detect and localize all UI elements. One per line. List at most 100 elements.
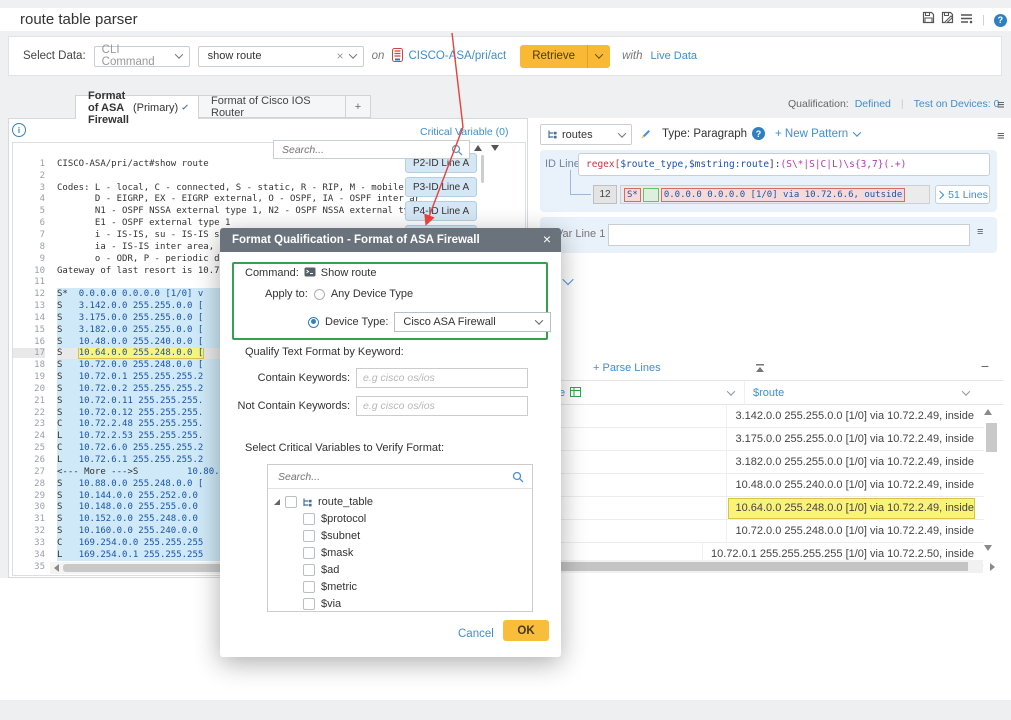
menu-icon[interactable]: ≡ [997, 128, 1005, 143]
matched-line-preview[interactable]: S* 0.0.0.0 0.0.0.0 [1/0] via 10.72.6.6, … [620, 185, 930, 204]
scrollbar-thumb[interactable] [986, 423, 997, 452]
scroll-left-icon[interactable] [54, 564, 59, 572]
tree-variable-item[interactable]: $ad [274, 561, 532, 578]
search-input[interactable] [280, 143, 451, 157]
checkbox[interactable] [303, 513, 315, 525]
new-pattern-button[interactable]: + New Pattern [775, 128, 860, 140]
code-protocol: S [57, 479, 79, 489]
find-previous-button[interactable] [474, 145, 482, 151]
checkbox[interactable] [303, 547, 315, 559]
code-route: 10.72.6.0 255.255.255.2 [79, 443, 204, 453]
plus-icon: + [355, 101, 361, 113]
chevron-down-icon[interactable] [727, 387, 735, 395]
scroll-right-icon[interactable] [990, 563, 995, 571]
checkbox[interactable] [285, 496, 297, 508]
var-line-menu-icon[interactable]: ≡ [977, 226, 983, 238]
column-route[interactable]: $route [744, 381, 985, 405]
device-type-radio[interactable] [308, 317, 319, 328]
add-tab-button[interactable]: + [345, 95, 371, 118]
variable-selector[interactable]: routes [540, 124, 632, 145]
retrieve-dropdown[interactable] [587, 45, 610, 68]
data-type-dropdown[interactable]: CLI Command [94, 46, 190, 67]
code-protocol: C [57, 443, 79, 453]
tree-variable-item[interactable]: $mask [274, 544, 532, 561]
modal-title-bar[interactable]: Format Qualification - Format of ASA Fir… [220, 228, 561, 252]
search-input[interactable] [276, 470, 512, 484]
code-protocol: N1 - OSPF NSSA external type 1, N2 - OSP… [57, 206, 420, 216]
regex-input[interactable]: regex[$route_type,$mstring:route]:(S\*|S… [578, 153, 990, 176]
checkbox[interactable] [303, 564, 315, 576]
menu-icon[interactable]: ≡ [997, 97, 1005, 112]
command-input[interactable] [206, 49, 333, 63]
live-data-link[interactable]: Live Data [651, 50, 697, 62]
tree-variable-item[interactable]: $protocol [274, 510, 532, 527]
pattern-chip[interactable]: P3-ID Line A [405, 177, 477, 197]
clear-icon[interactable]: × [337, 49, 344, 63]
not-contain-keywords-input[interactable] [356, 396, 528, 416]
tree-variable-item[interactable]: $metric [274, 578, 532, 595]
checkbox[interactable] [303, 581, 315, 593]
chevron-down-icon[interactable] [348, 50, 356, 58]
line-number: 6 [13, 218, 45, 228]
run-log-icon[interactable] [960, 11, 973, 29]
add-parse-lines-button[interactable]: + Parse Lines [593, 362, 661, 374]
type-help-icon[interactable]: ? [752, 127, 765, 140]
checkbox[interactable] [303, 530, 315, 542]
chevron-down-icon[interactable] [182, 103, 188, 109]
apply-to-label: Apply to: [265, 288, 308, 300]
command-label: Command: [245, 267, 299, 279]
close-icon[interactable]: × [543, 231, 551, 247]
retrieve-button[interactable]: Retrieve [520, 45, 610, 68]
line-number: 12 [13, 289, 45, 299]
code-route: 3.182.0.0 255.255.0.0 [ [79, 325, 204, 335]
checkbox[interactable] [303, 598, 315, 610]
tab-format-cisco-ios-router[interactable]: Format of Cisco IOS Router [198, 95, 346, 118]
var-line-input[interactable] [608, 224, 970, 246]
matched-lines-link[interactable]: 51 Lines [935, 185, 990, 204]
tree-variable-item[interactable]: $via [274, 595, 532, 612]
expand-section-chevron[interactable] [564, 272, 572, 290]
critical-variable-link[interactable]: Critical Variable (0) [420, 126, 509, 138]
device-type-select[interactable]: Cisco ASA Firewall [394, 312, 551, 332]
any-device-radio[interactable] [314, 289, 325, 300]
line-number: 29 [13, 491, 45, 501]
code-protocol: i - IS-IS, su - IS-IS sum [57, 230, 230, 240]
save-icon[interactable] [922, 11, 935, 29]
qualification-label: Qualification: [788, 98, 849, 110]
info-icon[interactable]: i [12, 123, 26, 137]
line-number: 5 [13, 206, 45, 216]
collapse-to-top-icon[interactable] [755, 360, 765, 378]
tab-format-asa-firewall[interactable]: Format of ASA Firewall (Primary) [75, 95, 199, 119]
route-cell: 3.142.0.0 255.255.0.0 [1/0] via 10.72.2.… [726, 405, 984, 427]
code-route: 169.254.0.1 255.255.255 [79, 550, 204, 560]
contain-keywords-label: Contain Keywords: [220, 372, 356, 384]
command-input-box[interactable]: × [198, 46, 364, 67]
qualification-bar: Qualification: Defined | Test on Devices… [788, 98, 999, 110]
tree-expander-icon[interactable] [274, 499, 280, 505]
qualification-value[interactable]: Defined [855, 98, 891, 110]
variable-search-box[interactable] [268, 465, 532, 489]
device-link[interactable]: CISCO-ASA/pri/act [408, 50, 506, 62]
chevron-down-icon[interactable] [962, 387, 970, 395]
code-route: 10.144.0.0 255.252.0.0 [79, 491, 198, 501]
ok-button[interactable]: OK [503, 620, 549, 641]
scroll-down-icon[interactable] [984, 545, 992, 551]
scroll-up-icon[interactable] [984, 409, 992, 415]
text-search-box[interactable] [273, 140, 470, 159]
tree-node-route-table[interactable]: route_table [274, 494, 532, 510]
save-as-icon[interactable] [941, 11, 954, 29]
help-icon[interactable]: ? [994, 14, 1007, 27]
pattern-chip[interactable]: P4-ID Line A [405, 201, 477, 221]
code-protocol: L [57, 455, 79, 465]
cancel-button[interactable]: Cancel [458, 628, 494, 640]
test-on-devices-link[interactable]: Test on Devices: 0 [914, 98, 1000, 110]
edit-pencil-icon[interactable] [640, 127, 652, 145]
find-next-button[interactable] [491, 145, 499, 151]
route-cell-value: 10.48.0.0 255.240.0.0 [1/0] via 10.72.2.… [729, 476, 974, 495]
data-toolbar: Select Data: CLI Command × on CISCO-ASA/… [8, 36, 1002, 76]
code-protocol: S [57, 301, 79, 311]
contain-keywords-input[interactable] [356, 368, 528, 388]
minimize-icon[interactable]: − [981, 358, 989, 374]
tree-variable-item[interactable]: $subnet [274, 527, 532, 544]
chip-list-scrollbar[interactable] [481, 155, 484, 183]
